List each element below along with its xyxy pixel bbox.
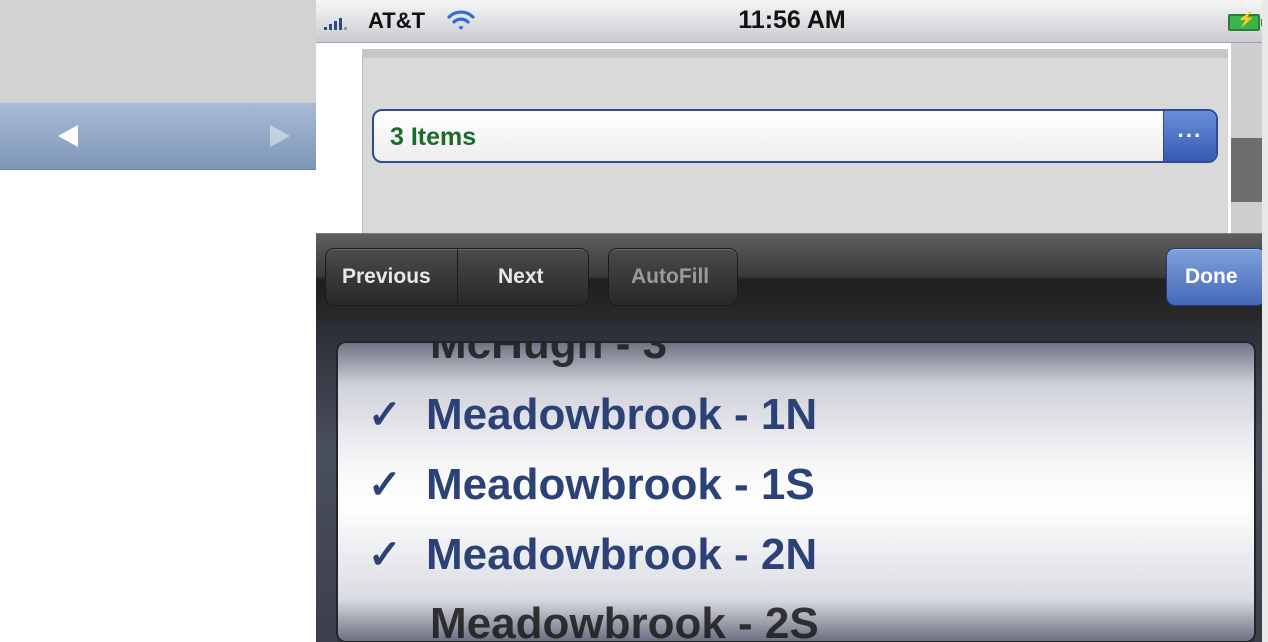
checkmark-icon: ✓ bbox=[368, 393, 402, 437]
prev-next-segment: Previous Next bbox=[325, 248, 589, 306]
autofill-label: AutoFill bbox=[631, 265, 710, 288]
battery-charging-icon: ⚡ bbox=[1228, 11, 1264, 31]
picker-item[interactable]: ✓ Meadowbrook - 2N bbox=[368, 520, 817, 590]
picker-item-label: Meadowbrook - 1S bbox=[426, 460, 815, 509]
browser-nav-toolbar bbox=[0, 102, 330, 170]
next-button[interactable]: Next bbox=[498, 265, 544, 289]
more-options-button[interactable]: ··· bbox=[1163, 111, 1216, 161]
background-edge bbox=[1262, 0, 1268, 642]
picker-item[interactable]: McHugh - 3 bbox=[430, 341, 668, 379]
phone-screen: AT&T 11:56 AM ⚡ 3 Items ··· Previous Nex… bbox=[316, 0, 1268, 642]
autofill-button[interactable]: AutoFill bbox=[608, 248, 738, 306]
picker-item[interactable]: Meadowbrook - 2S bbox=[430, 589, 819, 642]
status-time: 11:56 AM bbox=[738, 6, 846, 34]
picker-item-label: McHugh - 3 bbox=[430, 341, 668, 368]
picker-item[interactable]: ✓ Meadowbrook - 1N bbox=[368, 380, 817, 450]
checkmark-icon: ✓ bbox=[368, 463, 402, 507]
background-panel bbox=[0, 0, 330, 102]
charging-bolt-icon: ⚡ bbox=[1237, 11, 1256, 28]
segment-divider bbox=[457, 249, 458, 305]
select-value: 3 Items bbox=[390, 123, 477, 151]
picker-item-label: Meadowbrook - 1N bbox=[426, 390, 818, 439]
multi-select-field[interactable]: 3 Items ··· bbox=[372, 109, 1218, 163]
form-toolbar: Previous Next AutoFill Done bbox=[316, 233, 1268, 322]
picker-panel: McHugh - 3 ✓ Meadowbrook - 1N ✓ Meadowbr… bbox=[316, 321, 1268, 642]
picker-item-label: Meadowbrook - 2N bbox=[426, 530, 818, 579]
done-button[interactable]: Done bbox=[1166, 248, 1266, 306]
picker-item-label: Meadowbrook - 2S bbox=[430, 599, 819, 642]
back-arrow-icon[interactable] bbox=[55, 123, 81, 149]
content-header-strip bbox=[362, 49, 1228, 58]
done-label: Done bbox=[1185, 265, 1238, 288]
picker-item[interactable]: ✓ Meadowbrook - 1S bbox=[368, 450, 815, 520]
status-bar: AT&T 11:56 AM ⚡ bbox=[316, 0, 1268, 43]
checkmark-icon: ✓ bbox=[368, 533, 402, 577]
picker-wheel[interactable]: McHugh - 3 ✓ Meadowbrook - 1N ✓ Meadowbr… bbox=[336, 341, 1256, 642]
previous-button[interactable]: Previous bbox=[342, 265, 431, 289]
forward-arrow-icon[interactable] bbox=[267, 123, 293, 149]
